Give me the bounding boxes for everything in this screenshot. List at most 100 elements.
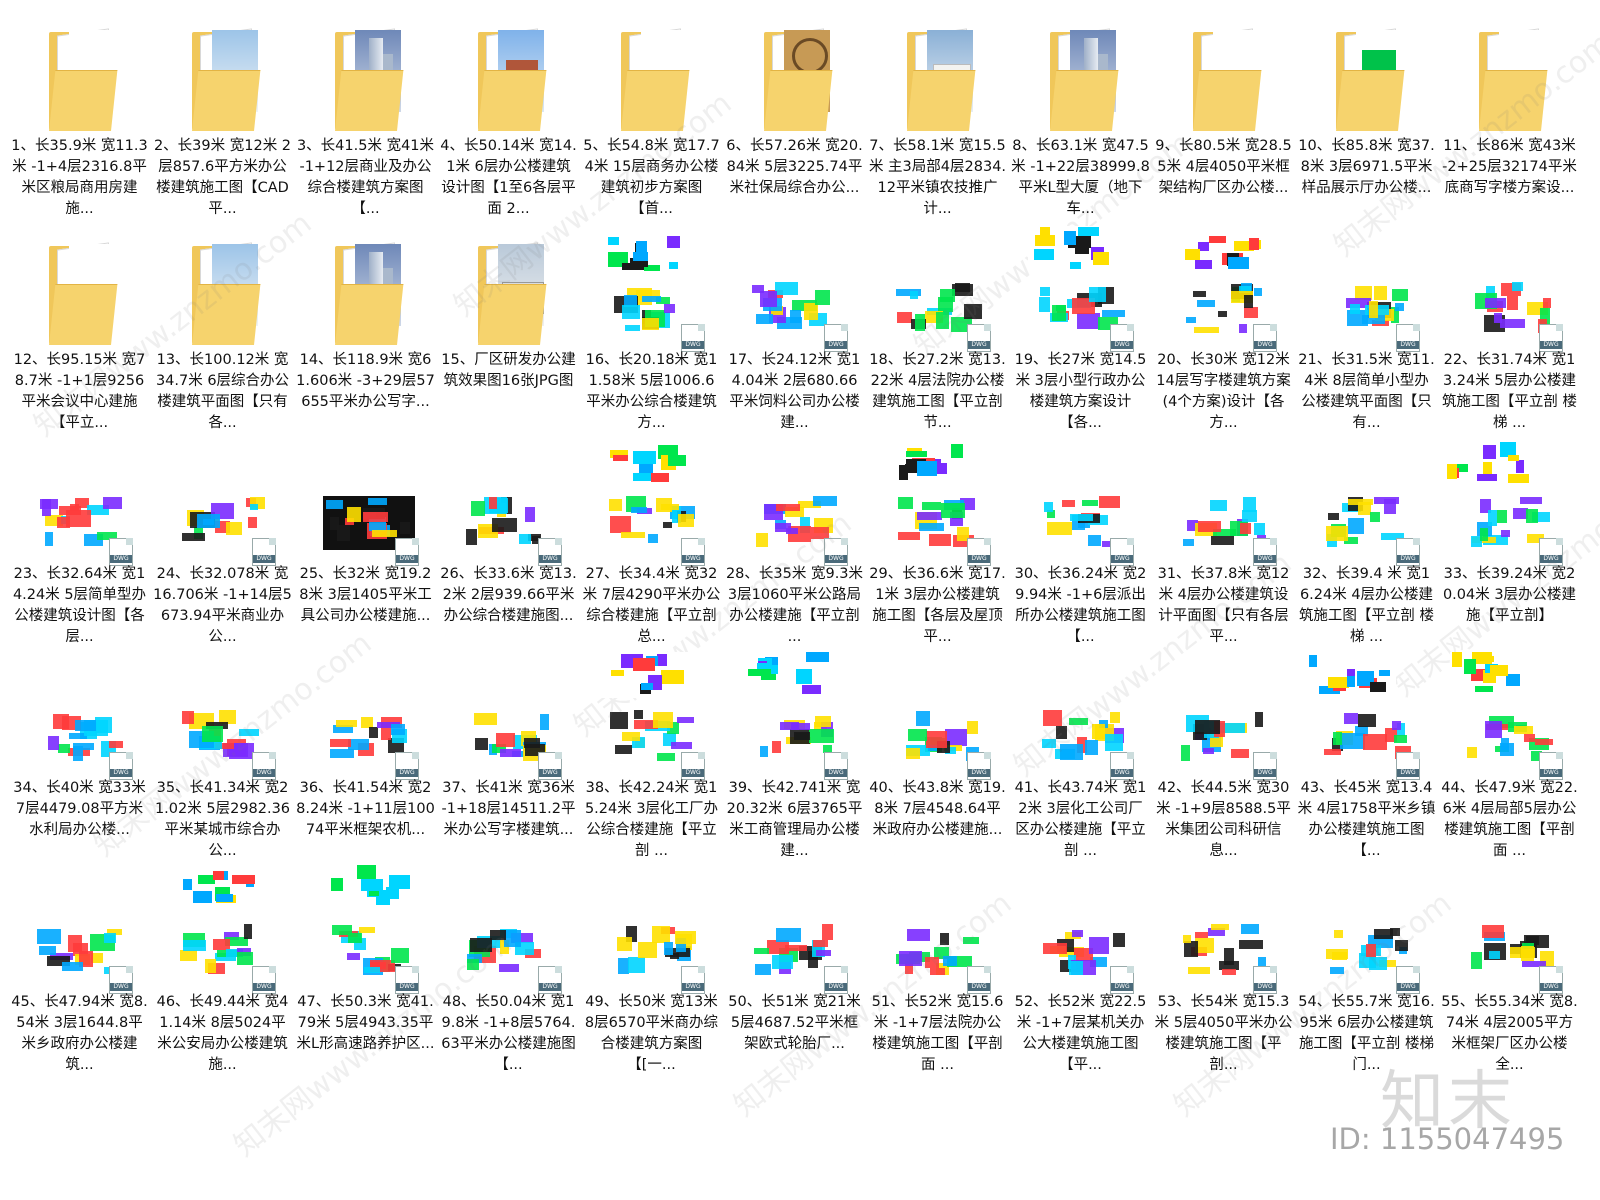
folder-item[interactable]: 11、长86米 宽43米 -2+25层32174平米底商写字楼方案设...	[1438, 22, 1581, 236]
dwg-file-item[interactable]: DWG 46、长49.44米 宽41.14米 8层5024平米公安局办公楼建筑施.…	[151, 878, 294, 1092]
folder-icon	[464, 26, 556, 136]
folder-item[interactable]: 2、长39米 宽12米 2层857.6平方米办公楼建筑施工图【CAD平...	[151, 22, 294, 236]
dwg-file-icon: DWG	[538, 752, 562, 780]
file-name-label: 33、长39.24米 宽20.04米 3层办公楼建施【平立剖】	[1442, 566, 1577, 624]
file-name-label: 24、长32.078米 宽16.706米 -1+14层5673.94平米商业办公…	[153, 566, 292, 645]
dwg-file-item[interactable]: DWG 18、长27.2米 宽13.22米 4层法院办公楼建筑施工图【平立剖 节.…	[866, 236, 1009, 450]
file-name-label: 32、长39.4 米 宽16.24米 4层办公楼建筑施工图【平立剖 楼梯 ...	[1298, 566, 1435, 645]
folder-icon	[893, 26, 985, 136]
dwg-file-icon: DWG	[1110, 966, 1134, 994]
dwg-file-item[interactable]: DWG 48、长50.04米 宽19.8米 -1+8层5764.63平米办公楼建施…	[437, 878, 580, 1092]
dwg-file-item[interactable]: DWG 37、长41米 宽36米 -1+18层14511.2平米办公写字楼建筑..…	[437, 664, 580, 878]
dwg-tag: DWG	[110, 555, 132, 563]
dwg-tag: DWG	[1540, 341, 1562, 349]
dwg-file-item[interactable]: DWG 23、长32.64米 宽14.24米 5层简单型办公楼建筑设计图【各层..…	[8, 450, 151, 664]
dwg-tag: DWG	[1254, 341, 1276, 349]
cad-sheet-preview	[1446, 442, 1534, 488]
image-id-label: ID: 1155047495	[1330, 1122, 1565, 1156]
dwg-file-icon: DWG	[252, 752, 276, 780]
dwg-file-item[interactable]: DWG 24、长32.078米 宽16.706米 -1+14层5673.94平米商…	[151, 450, 294, 664]
dwg-file-item[interactable]: DWG 25、长32米 宽19.28米 3层1405平米工具公司办公楼建施...	[294, 450, 437, 664]
file-thumbnail: DWG	[1036, 454, 1134, 566]
dwg-file-item[interactable]: DWG 36、长41.54米 宽28.24米 -1+11层10074平米框架农机.…	[294, 664, 437, 878]
dwg-file-item[interactable]: DWG 41、长43.74米 宽12米 3层化工公司厂区办公楼建施【平立剖 ...	[1009, 664, 1152, 878]
dwg-tag: DWG	[1397, 769, 1419, 777]
folder-item[interactable]: 6、长57.26米 宽20.84米 5层3225.74平米社保局综合办公...	[723, 22, 866, 236]
dwg-file-item[interactable]: DWG 26、长33.6米 宽13.2米 2层939.66平米办公综合楼建施图..…	[437, 450, 580, 664]
dwg-file-icon: DWG	[1396, 324, 1420, 352]
file-name-label: 48、长50.04米 宽19.8米 -1+8层5764.63平米办公楼建施图【.…	[441, 994, 576, 1073]
file-name-label: 49、长50米 宽13米 8层6570平米商办综合楼建筑方案图【[一...	[584, 994, 719, 1073]
file-name-label: 44、长47.9米 宽22.6米 4层局部5层办公楼建筑施工图【平剖面 ...	[1441, 780, 1578, 859]
file-thumbnail: DWG	[1036, 668, 1134, 780]
file-name-label: 45、长47.94米 宽8.54米 3层1644.8平米乡政府办公楼建筑...	[11, 994, 148, 1073]
file-name-label: 17、长24.12米 宽14.04米 2层680.66平米饲料公司办公楼建...	[728, 352, 861, 431]
folder-item[interactable]: 10、长85.8米 宽37.8米 3层6971.5平米样品展示厅办公楼...	[1295, 22, 1438, 236]
file-thumbnail: DWG	[1465, 240, 1563, 352]
dwg-file-icon: DWG	[538, 966, 562, 994]
folder-item[interactable]: 5、长54.8米 宽17.74米 15层商务办公楼建筑初步方案图【首...	[580, 22, 723, 236]
folder-icon	[35, 240, 127, 350]
file-thumbnail: DWG	[321, 454, 419, 566]
dwg-file-item[interactable]: DWG 50、长51米 宽21米 5层4687.52平米框架欧式轮胎厂...	[723, 878, 866, 1092]
folder-item[interactable]: 13、长100.12米 宽34.7米 6层综合办公楼建筑平面图【只有各...	[151, 236, 294, 450]
dwg-file-item[interactable]: DWG 35、长41.34米 宽21.02米 5层2982.36平米某城市综合办公…	[151, 664, 294, 878]
folder-icon	[1179, 26, 1271, 136]
folder-item[interactable]: 9、长80.5米 宽28.55米 4层4050平米框架结构厂区办公楼...	[1152, 22, 1295, 236]
dwg-file-item[interactable]: DWG 49、长50米 宽13米 8层6570平米商办综合楼建筑方案图【[一...	[580, 878, 723, 1092]
file-thumbnail: DWG	[1179, 668, 1277, 780]
dwg-file-item[interactable]: DWG 28、长35米 宽9.3米 3层1060平米公路局办公楼建施【平立剖 ..…	[723, 450, 866, 664]
folder-item[interactable]: 4、长50.14米 宽14.1米 6层办公楼建筑设计图【1至6各层平面 2...	[437, 22, 580, 236]
dwg-tag: DWG	[1111, 983, 1133, 991]
file-name-label: 15、厂区研发办公建筑效果图16张JPG图	[441, 352, 576, 389]
dwg-file-item[interactable]: DWG 51、长52米 宽15.6米 -1+7层法院办公楼建筑施工图【平剖面 ..…	[866, 878, 1009, 1092]
file-name-label: 25、长32米 宽19.28米 3层1405平米工具公司办公楼建施...	[299, 566, 432, 624]
dwg-tag: DWG	[682, 555, 704, 563]
cad-sheet-preview	[1178, 232, 1266, 278]
dwg-file-item[interactable]: DWG 45、长47.94米 宽8.54米 3层1644.8平米乡政府办公楼建筑.…	[8, 878, 151, 1092]
folder-item[interactable]: 3、长41.5米 宽41米 -1+12层商业及办公综合楼建筑方案图【...	[294, 22, 437, 236]
folder-item[interactable]: 15、厂区研发办公建筑效果图16张JPG图	[437, 236, 580, 450]
dwg-tag: DWG	[253, 983, 275, 991]
dwg-tag: DWG	[539, 555, 561, 563]
dwg-file-item[interactable]: DWG 21、长31.5米 宽11.4米 8层简单小型办公楼建筑平面图【只有...	[1295, 236, 1438, 450]
dwg-file-icon: DWG	[1396, 752, 1420, 780]
folder-item[interactable]: 12、长95.15米 宽78.7米 -1+1层9256平米会议中心建施【平立..…	[8, 236, 151, 450]
dwg-tag: DWG	[682, 983, 704, 991]
file-thumbnail: DWG	[893, 668, 991, 780]
folder-item[interactable]: 8、长63.1米 宽47.5米 -1+22层38999.8平米L型大厦（地下车.…	[1009, 22, 1152, 236]
file-name-label: 43、长45米 宽13.4米 4层1758平米乡镇办公楼建筑施工图【...	[1297, 780, 1436, 859]
dwg-file-item[interactable]: DWG 31、长37.8米 宽12米 4层办公楼建筑设计平面图【只有各层平...	[1152, 450, 1295, 664]
dwg-file-icon: DWG	[967, 538, 991, 566]
dwg-tag: DWG	[1540, 983, 1562, 991]
file-thumbnail: DWG	[1036, 882, 1134, 994]
dwg-file-item[interactable]: DWG 34、长40米 宽33米 7层4479.08平方米水利局办公楼...	[8, 664, 151, 878]
dwg-file-item[interactable]: DWG 53、长54米 宽15.3米 5层4050平米办公楼建筑施工图【平剖...	[1152, 878, 1295, 1092]
dwg-file-item[interactable]: DWG 52、长52米 宽22.5米 -1+7层某机关办公大楼建筑施工图【平...	[1009, 878, 1152, 1092]
file-name-label: 6、长57.26米 宽20.84米 5层3225.74平米社保局综合办公...	[726, 138, 863, 196]
dwg-file-item[interactable]: DWG 40、长43.8米 宽19.8米 7层4548.64平米政府办公楼建施..…	[866, 664, 1009, 878]
dwg-file-item[interactable]: DWG 30、长36.24米 宽29.94米 -1+6层派出所办公楼建筑施工图【.…	[1009, 450, 1152, 664]
dwg-file-icon: DWG	[395, 966, 419, 994]
file-thumbnail: DWG	[893, 240, 991, 352]
file-name-label: 23、长32.64米 宽14.24米 5层简单型办公楼建筑设计图【各层...	[12, 566, 147, 645]
folder-item[interactable]: 14、长118.9米 宽61.606米 -3+29层57655平米办公写字...	[294, 236, 437, 450]
file-name-label: 40、长43.8米 宽19.8米 7层4548.64平米政府办公楼建施...	[869, 780, 1006, 838]
dwg-tag: DWG	[1111, 555, 1133, 563]
file-name-label: 10、长85.8米 宽37.8米 3层6971.5平米样品展示厅办公楼...	[1298, 138, 1435, 196]
file-name-label: 16、长20.18米 宽11.58米 5层1006.6平米办公综合楼建筑方...	[585, 352, 718, 431]
dwg-file-item[interactable]: DWG 42、长44.5米 宽30米 -1+9层8588.5平米集团公司科研信息.…	[1152, 664, 1295, 878]
folder-icon	[321, 240, 413, 350]
file-name-label: 20、长30米 宽12米 14层写字楼建筑方案(4个方案)设计【各方...	[1156, 352, 1291, 431]
folder-item[interactable]: 7、长58.1米 宽15.5米 主3局部4层2834.12平米镇农技推广计...	[866, 22, 1009, 236]
dwg-tag: DWG	[396, 769, 418, 777]
dwg-file-item[interactable]: DWG 22、长31.74米 宽13.24米 5层办公楼建筑施工图【平立剖 楼梯 …	[1438, 236, 1581, 450]
file-name-label: 22、长31.74米 宽13.24米 5层办公楼建筑施工图【平立剖 楼梯 ...	[1441, 352, 1578, 431]
dwg-file-item[interactable]: DWG 47、长50.3米 宽41.79米 5层4943.35平米L形高速路养护区…	[294, 878, 437, 1092]
dwg-file-item[interactable]: DWG 17、长24.12米 宽14.04米 2层680.66平米饲料公司办公楼建…	[723, 236, 866, 450]
dwg-file-item[interactable]: DWG 32、长39.4 米 宽16.24米 4层办公楼建筑施工图【平立剖 楼梯 …	[1295, 450, 1438, 664]
dwg-file-icon: DWG	[1539, 966, 1563, 994]
dwg-tag: DWG	[1254, 555, 1276, 563]
file-name-label: 30、长36.24米 宽29.94米 -1+6层派出所办公楼建筑施工图【...	[1014, 566, 1147, 645]
folder-item[interactable]: 1、长35.9米 宽11.3米 -1+4层2316.8平米区粮局商用房建施...	[8, 22, 151, 236]
